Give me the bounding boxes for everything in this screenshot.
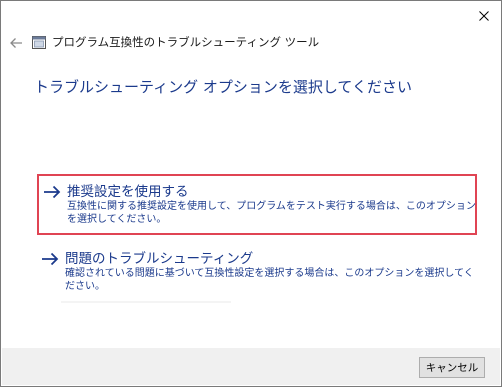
option-title: 問題のトラブルシューティング bbox=[65, 251, 254, 267]
arrow-right-icon bbox=[42, 252, 59, 266]
page-heading: トラブルシューティング オプションを選択してください bbox=[34, 78, 412, 96]
divider bbox=[61, 301, 231, 303]
arrow-right-icon bbox=[44, 185, 61, 199]
title-row: プログラム互換性のトラブルシューティング ツール bbox=[1, 31, 501, 55]
option-description: 確認されている問題に基づいて互換性設定を選択する場合は、このオプションを選択して… bbox=[65, 268, 474, 292]
option-troubleshoot-program[interactable]: 問題のトラブルシューティング 確認されている問題に基づいて互換性設定を選択する場… bbox=[37, 245, 477, 292]
back-button[interactable] bbox=[7, 35, 25, 51]
cancel-button[interactable]: キャンセル bbox=[419, 357, 485, 378]
program-compatibility-icon bbox=[32, 36, 46, 49]
troubleshooter-window: プログラム互換性のトラブルシューティング ツール トラブルシューティング オプシ… bbox=[0, 0, 502, 387]
option-description: 互換性に関する推奨設定を使用して、プログラムをテスト実行する場合は、このオプショ… bbox=[67, 201, 476, 225]
option-use-recommended-settings[interactable]: 推奨設定を使用する 互換性に関する推奨設定を使用して、プログラムをテスト実行する… bbox=[37, 174, 477, 235]
option-title: 推奨設定を使用する bbox=[67, 184, 189, 200]
back-arrow-icon bbox=[10, 38, 22, 48]
window-title: プログラム互換性のトラブルシューティング ツール bbox=[52, 35, 320, 49]
footer-bar: キャンセル bbox=[2, 348, 500, 385]
close-icon bbox=[479, 11, 489, 21]
close-button[interactable] bbox=[467, 1, 501, 31]
